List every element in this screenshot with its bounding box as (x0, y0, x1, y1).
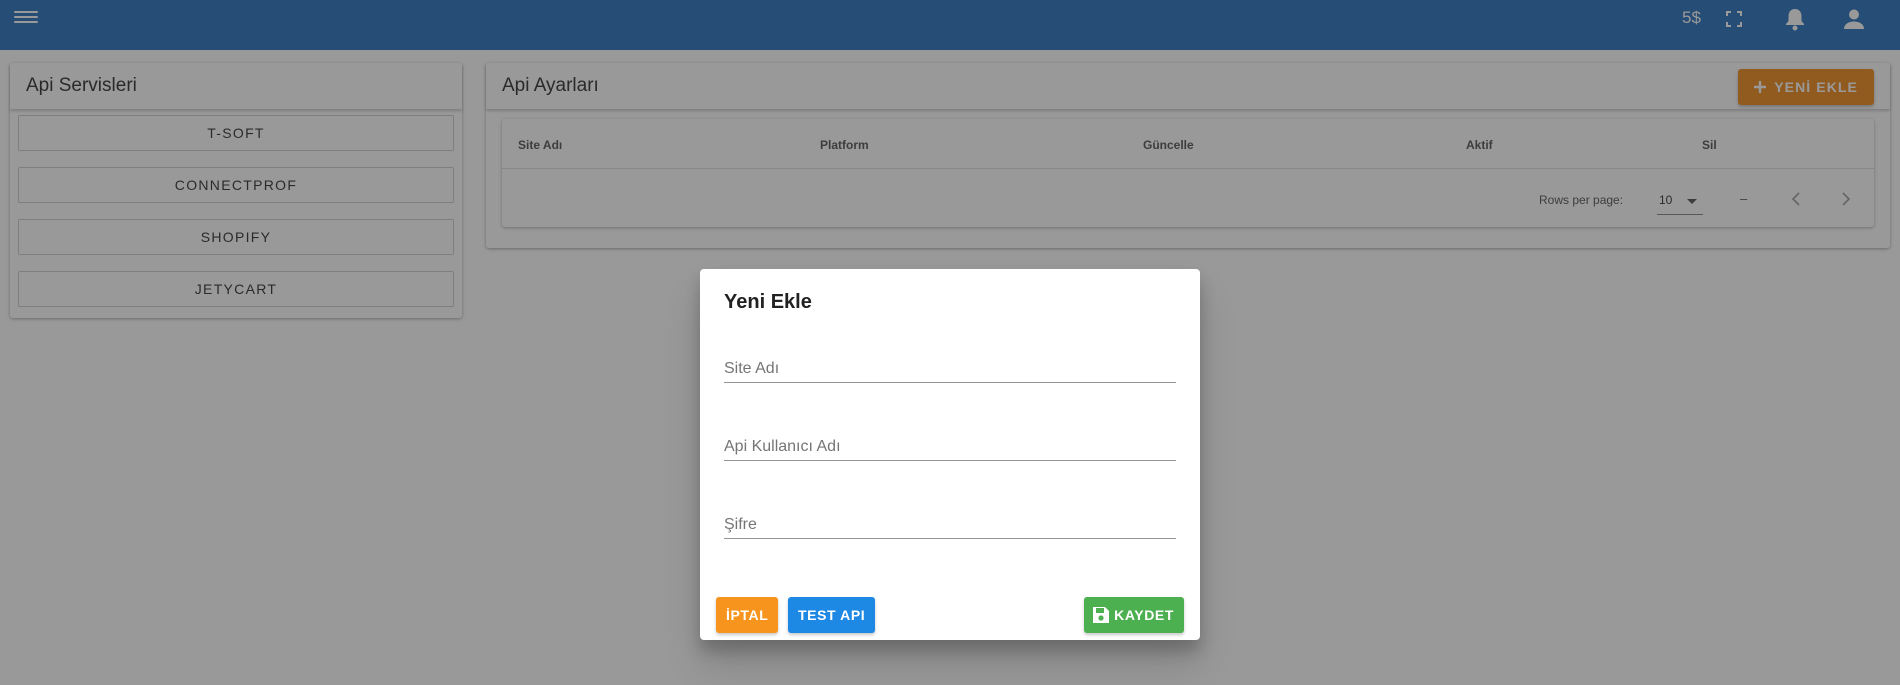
api-username-field (724, 427, 1176, 461)
test-api-button[interactable]: TEST API (788, 597, 876, 633)
cancel-button[interactable]: İPTAL (716, 597, 779, 633)
save-icon (1093, 607, 1110, 623)
password-field (724, 505, 1176, 539)
cancel-label: İPTAL (726, 607, 769, 623)
save-button[interactable]: KAYDET (1084, 597, 1184, 633)
save-label: KAYDET (1114, 607, 1174, 623)
site-name-input[interactable] (724, 349, 1176, 382)
test-api-label: TEST API (798, 607, 866, 623)
dialog-title: Yeni Ekle (724, 291, 812, 313)
password-input[interactable] (724, 505, 1176, 538)
site-name-field (724, 349, 1176, 383)
new-api-dialog: Yeni Ekle İPTAL TEST API KAYDET (700, 269, 1200, 640)
api-username-input[interactable] (724, 427, 1176, 460)
